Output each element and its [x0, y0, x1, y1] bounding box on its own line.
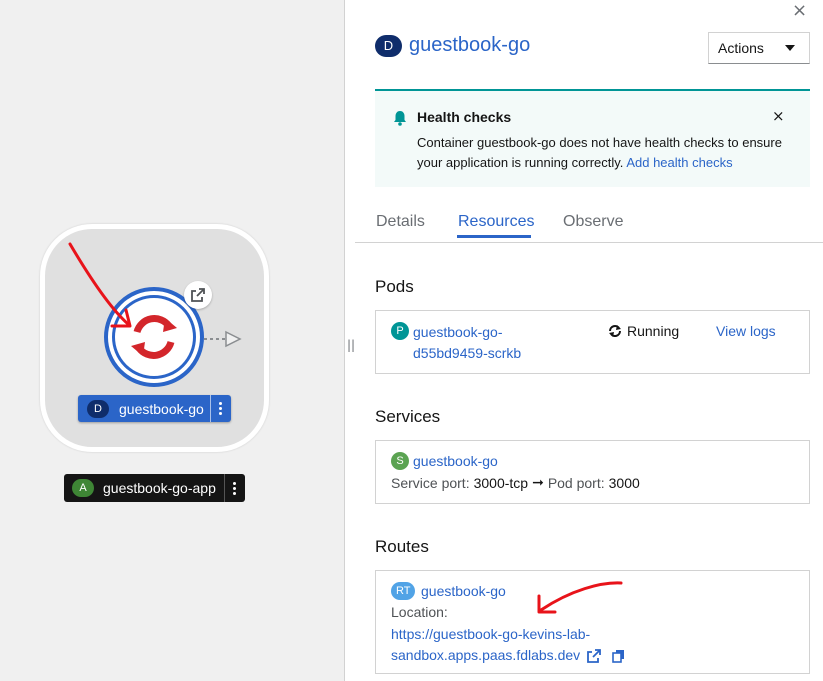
open-url-decorator[interactable] [184, 281, 212, 309]
deployment-name: guestbook-go [119, 400, 204, 417]
application-badge: A [72, 479, 94, 497]
kebab-menu-icon[interactable] [210, 395, 230, 422]
route-name-link[interactable]: guestbook-go [421, 583, 506, 599]
route-url-line-2: sandbox.apps.paas.fdlabs.dev [391, 647, 581, 663]
application-label[interactable]: A guestbook-go-app [64, 474, 245, 502]
copy-icon[interactable] [612, 649, 625, 663]
tab-details[interactable]: Details [376, 213, 425, 231]
caret-down-icon [785, 45, 795, 51]
application-name: guestbook-go-app [103, 480, 216, 496]
annotation-arrow [68, 242, 132, 328]
deployment-badge: D [375, 34, 402, 57]
panel-title: D guestbook-go [375, 34, 530, 57]
external-link-icon [191, 288, 205, 302]
pod-name-line-1: guestbook-go- [413, 324, 503, 340]
alert-close-button[interactable]: × [772, 107, 785, 125]
bell-icon [394, 111, 406, 126]
route-url-link[interactable]: https://guestbook-go-kevins-lab- sandbox… [391, 624, 625, 666]
tab-resources[interactable]: Resources [458, 213, 534, 231]
route-url-line-1: https://guestbook-go-kevins-lab- [391, 626, 591, 642]
traffic-edge [204, 330, 242, 348]
routes-section-title: Routes [375, 537, 429, 556]
route-location-label: Location: [391, 604, 448, 620]
alert-body: Container guestbook-go does not have hea… [417, 133, 802, 173]
view-logs-link[interactable]: View logs [716, 323, 776, 339]
alert-title: Health checks [417, 109, 512, 125]
add-health-checks-link[interactable]: Add health checks [626, 155, 732, 170]
sync-icon [609, 325, 621, 337]
health-checks-alert: Health checks × Container guestbook-go d… [375, 89, 810, 187]
actions-label: Actions [718, 40, 764, 56]
services-section-title: Services [375, 407, 441, 426]
pod-badge: P [391, 322, 409, 340]
pod-name-link[interactable]: guestbook-go- d55bd9459-scrkb [413, 322, 521, 364]
active-tab-indicator [457, 235, 531, 238]
pods-card: P guestbook-go- d55bd9459-scrkb Running … [375, 310, 810, 374]
external-link-icon[interactable] [587, 648, 602, 663]
panel-tabs: Details Resources Observe [355, 203, 823, 243]
tab-observe[interactable]: Observe [563, 213, 623, 231]
drag-handle-icon: || [347, 338, 356, 352]
route-badge: RT [391, 582, 416, 600]
panel-resize-handle[interactable]: || [344, 0, 356, 681]
service-port-value: 3000-tcp [473, 474, 529, 491]
actions-dropdown[interactable]: Actions [708, 32, 810, 64]
service-badge: S [391, 452, 409, 470]
topology-canvas[interactable]: D guestbook-go A guestbook-go-app [0, 0, 344, 681]
services-card: S guestbook-go Service port: 3000-tcp ➞ … [375, 440, 810, 504]
arrow-right-icon: ➞ [532, 474, 544, 490]
pod-status-text: Running [627, 323, 680, 339]
pod-status: Running [608, 323, 679, 339]
pod-name-line-2: d55bd9459-scrkb [413, 345, 522, 361]
kebab-menu-icon[interactable] [224, 474, 244, 502]
resource-name-link[interactable]: guestbook-go [409, 34, 530, 57]
pod-port-label: Pod port: [547, 474, 605, 491]
pod-port-value: 3000 [608, 474, 640, 491]
service-port-label: Service port: [391, 474, 470, 491]
deployment-badge: D [87, 399, 109, 418]
deployment-label[interactable]: D guestbook-go [78, 395, 231, 422]
service-ports: Service port: 3000-tcp ➞ Pod port: 3000 [391, 474, 640, 491]
close-panel-button[interactable]: × [792, 0, 807, 21]
pods-section-title: Pods [375, 277, 414, 296]
service-name-link[interactable]: guestbook-go [413, 453, 498, 469]
resource-side-panel: × D guestbook-go Actions Health checks ×… [355, 0, 823, 681]
annotation-arrow [537, 581, 623, 614]
